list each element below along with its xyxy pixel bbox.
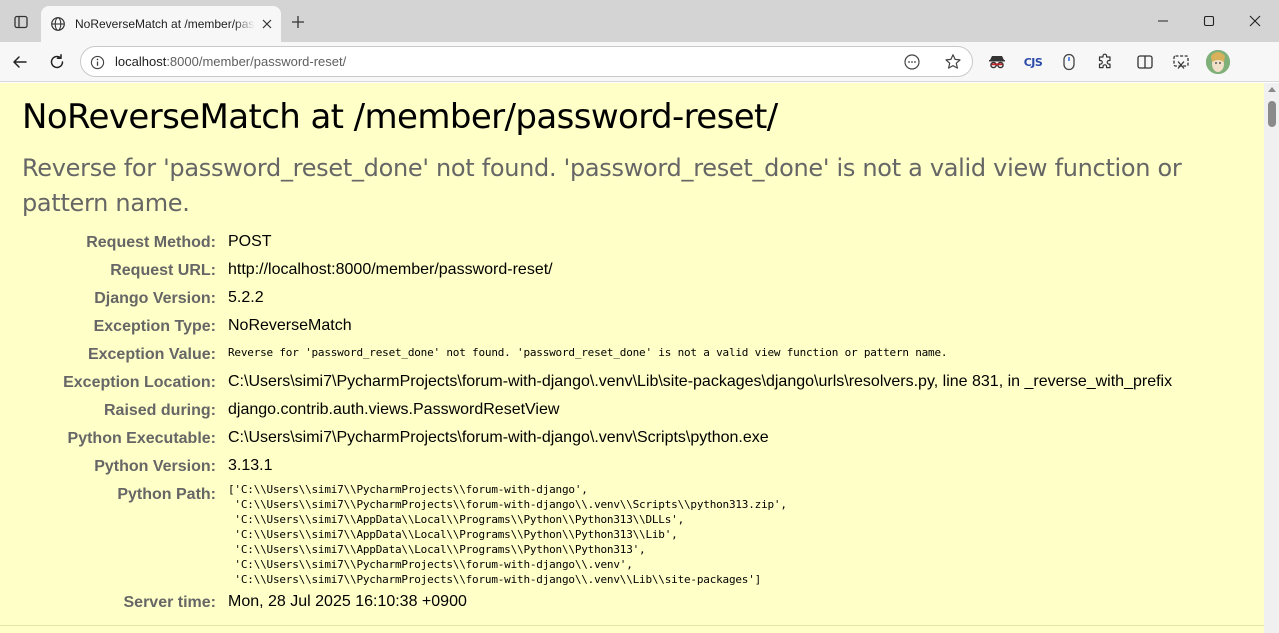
globe-icon bbox=[50, 16, 66, 32]
address-host: localhost bbox=[115, 54, 167, 69]
tab-actions-icon[interactable] bbox=[8, 9, 34, 35]
meta-key: Python Version: bbox=[94, 458, 216, 475]
meta-row-server-time: Server time: Mon, 28 Jul 2025 16:10:38 +… bbox=[0, 588, 1264, 616]
meta-value: http://localhost:8000/member/password-re… bbox=[228, 261, 553, 278]
meta-key: Exception Location: bbox=[63, 374, 216, 391]
meta-row-python-version: Python Version: 3.13.1 bbox=[0, 452, 1264, 480]
split-screen-icon[interactable] bbox=[1131, 48, 1159, 76]
python-path-line: 'C:\\Users\\simi7\\AppData\\Local\\Progr… bbox=[228, 513, 685, 526]
close-icon[interactable] bbox=[259, 16, 275, 32]
meta-value: C:\Users\simi7\PycharmProjects\forum-wit… bbox=[228, 373, 1173, 390]
meta-key: Request URL: bbox=[110, 262, 216, 279]
address-path: :8000/member/password-reset/ bbox=[166, 54, 347, 69]
star-icon[interactable] bbox=[941, 50, 965, 74]
back-arrow-icon[interactable] bbox=[6, 48, 34, 76]
python-path-line: ['C:\\Users\\simi7\\PycharmProjects\\for… bbox=[228, 483, 588, 496]
meta-row-exception-location: Exception Location: C:\Users\simi7\Pycha… bbox=[0, 368, 1264, 396]
screenshot-icon[interactable] bbox=[1167, 48, 1195, 76]
meta-row-python-executable: Python Executable: C:\Users\simi7\Pychar… bbox=[0, 424, 1264, 452]
meta-value: C:\Users\simi7\PycharmProjects\forum-wit… bbox=[228, 429, 769, 446]
python-path-list: ['C:\\Users\\simi7\\PycharmProjects\\for… bbox=[228, 480, 787, 587]
browser-toolbar: localhost:8000/member/password-reset/ CJ… bbox=[0, 42, 1279, 82]
meta-value: POST bbox=[228, 233, 272, 250]
meta-key: Request Method: bbox=[86, 234, 216, 251]
address-url[interactable]: localhost:8000/member/password-reset/ bbox=[115, 54, 346, 69]
tab-title: NoReverseMatch at /member/password-reset… bbox=[75, 17, 255, 31]
tab-active[interactable]: NoReverseMatch at /member/password-reset… bbox=[41, 6, 281, 42]
meta-value: Reverse for 'password_reset_done' not fo… bbox=[228, 346, 948, 359]
meta-key: Server time: bbox=[123, 594, 217, 611]
meta-key: Raised during: bbox=[103, 402, 216, 419]
scrollbar-thumb[interactable] bbox=[1268, 101, 1276, 127]
meta-value: Mon, 28 Jul 2025 16:10:38 +0900 bbox=[228, 593, 467, 610]
meta-row-request-url: Request URL: http://localhost:8000/membe… bbox=[0, 256, 1264, 284]
meta-key: Django Version: bbox=[94, 290, 216, 307]
tab-strip: NoReverseMatch at /member/password-reset… bbox=[0, 0, 1279, 42]
meta-value: django.contrib.auth.views.PasswordResetV… bbox=[228, 401, 560, 418]
meta-value: 5.2.2 bbox=[228, 289, 264, 306]
plus-icon[interactable] bbox=[286, 10, 310, 34]
page-title: NoReverseMatch at /member/password-reset… bbox=[22, 97, 778, 137]
meta-key: Python Path: bbox=[117, 486, 216, 503]
vertical-scrollbar[interactable] bbox=[1264, 83, 1279, 633]
meta-key: Exception Type: bbox=[93, 318, 216, 335]
mouse-extension-icon[interactable] bbox=[1055, 48, 1083, 76]
meta-value: NoReverseMatch bbox=[228, 317, 352, 334]
puzzle-icon[interactable] bbox=[1091, 48, 1119, 76]
incognito-extension-icon[interactable] bbox=[983, 48, 1011, 76]
python-path-line: 'C:\\Users\\simi7\\PycharmProjects\\foru… bbox=[228, 498, 787, 511]
meta-row-raised-during: Raised during: django.contrib.auth.views… bbox=[0, 396, 1264, 424]
python-path-line: 'C:\\Users\\simi7\\PycharmProjects\\foru… bbox=[228, 558, 633, 571]
meta-key: Python Executable: bbox=[67, 430, 216, 447]
reader-mode-icon[interactable] bbox=[900, 50, 924, 74]
scroll-up-arrow-icon[interactable] bbox=[1268, 87, 1276, 92]
maximize-icon[interactable] bbox=[1194, 8, 1224, 34]
avatar[interactable] bbox=[1206, 50, 1230, 74]
error-message: Reverse for 'password_reset_done' not fo… bbox=[22, 154, 1182, 217]
meta-key: Exception Value: bbox=[87, 346, 216, 363]
page-content: NoReverseMatch at /member/password-reset… bbox=[0, 83, 1264, 633]
address-bar[interactable]: localhost:8000/member/password-reset/ bbox=[80, 46, 973, 77]
meta-value: 3.13.1 bbox=[228, 457, 273, 474]
close-window-icon[interactable] bbox=[1240, 8, 1270, 34]
meta-row-exception-type: Exception Type: NoReverseMatch bbox=[0, 312, 1264, 340]
page-bottom-edge bbox=[0, 625, 1264, 633]
meta-row-django-version: Django Version: 5.2.2 bbox=[0, 284, 1264, 312]
request-meta-table: Request Method: POST Request URL: http:/… bbox=[0, 228, 1264, 616]
meta-row-request-method: Request Method: POST bbox=[0, 228, 1264, 256]
python-path-line: 'C:\\Users\\simi7\\AppData\\Local\\Progr… bbox=[228, 528, 678, 541]
info-icon[interactable] bbox=[89, 54, 105, 70]
refresh-icon[interactable] bbox=[43, 48, 71, 76]
meta-row-python-path: Python Path: ['C:\\Users\\simi7\\Pycharm… bbox=[0, 480, 1264, 588]
cjs-extension-icon[interactable]: CJS bbox=[1019, 48, 1047, 76]
meta-row-exception-value: Exception Value: Reverse for 'password_r… bbox=[0, 340, 1264, 368]
python-path-line: 'C:\\Users\\simi7\\PycharmProjects\\foru… bbox=[228, 573, 762, 586]
python-path-line: 'C:\\Users\\simi7\\AppData\\Local\\Progr… bbox=[228, 543, 646, 556]
minimize-icon[interactable] bbox=[1148, 8, 1178, 34]
